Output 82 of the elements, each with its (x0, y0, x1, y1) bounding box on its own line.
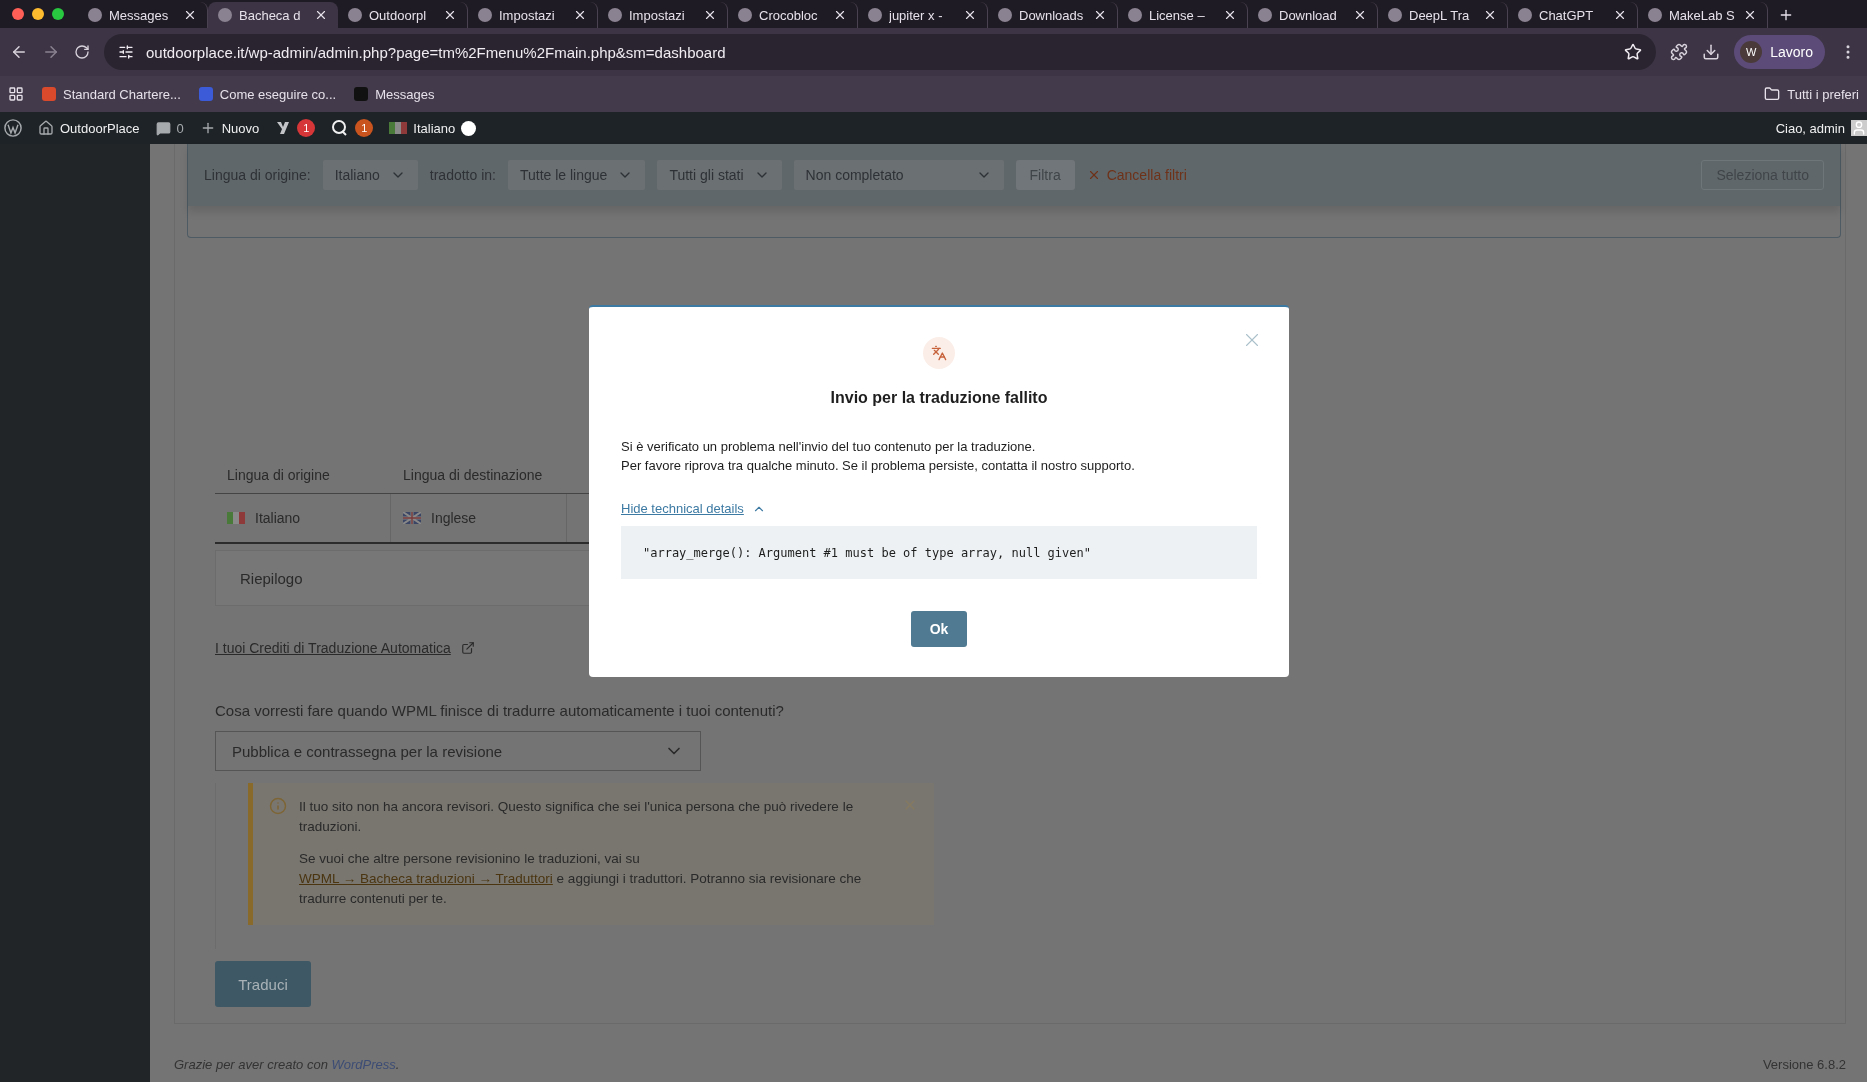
dialog-message: Per favore riprova tra qualche minuto. Se il problema persiste, contatta il nostro supporto. (621, 457, 1136, 475)
site-favicon-icon (478, 8, 492, 22)
column-header: Lingua di origine (226, 466, 331, 483)
site-favicon-icon (1388, 8, 1402, 22)
site-favicon-icon (998, 8, 1012, 22)
site-favicon-icon (1258, 8, 1272, 22)
close-icon[interactable] (703, 8, 717, 22)
notice-text: Il tuo sito non ha ancora revisori. Questo significa che sei l'unica persona che può rivedere le traduzioni. (299, 798, 855, 836)
site-name-link[interactable]: OutdoorPlace (38, 120, 140, 136)
info-icon (269, 797, 287, 815)
apps-icon[interactable] (8, 86, 24, 102)
close-icon[interactable] (1743, 8, 1757, 22)
bookmark-star-icon[interactable] (1624, 43, 1643, 61)
notice-text: Se vuoi che altre persone revisionino le traduzioni, vai su WPML → Bacheca traduzioni → Traduttori e aggiungi i traduttori. Potranno sia revisionare che tradurre contenuti per te. (299, 850, 863, 908)
bookmark-favicon-icon (354, 87, 369, 101)
site-favicon-icon (88, 8, 102, 22)
account-menu[interactable]: Ciao, admin (1775, 120, 1867, 136)
bookmark[interactable]: Standard Chartere... (42, 86, 181, 102)
site-favicon-icon (1518, 8, 1532, 22)
download-icon[interactable] (1702, 43, 1721, 61)
seo-menu[interactable]: 1 (275, 119, 316, 137)
dialog-title: Invio per la traduzione fallito (830, 389, 1048, 407)
site-favicon-icon (1128, 8, 1142, 22)
bookmark-favicon-icon (198, 87, 213, 101)
new-tab-icon[interactable] (1778, 7, 1794, 23)
error-details: "array_merge(): Argument #1 must be of type array, null given" (621, 526, 1257, 579)
bookmark[interactable]: Messages (354, 86, 435, 102)
wordpress-logo-icon[interactable] (4, 119, 22, 137)
user-avatar-icon (1851, 120, 1867, 136)
y-logo-icon (275, 120, 292, 136)
folder-icon (1764, 86, 1781, 102)
bookmark[interactable]: Come eseguire co... (198, 86, 337, 102)
bookmark-favicon-icon (42, 87, 56, 101)
question-text: Cosa vorresti fare quando WPML finisce di tradurre automaticamente i tuoi contenuti? (215, 702, 785, 719)
close-icon[interactable] (1223, 8, 1237, 22)
close-icon[interactable] (1483, 8, 1497, 22)
address-bar[interactable]: outdoorplace.it/wp-admin/admin.php?page=tm%2Fmenu%2Fmain.php&sm=dashboard (104, 34, 1657, 70)
italian-flag-icon (389, 122, 408, 134)
language-switcher[interactable]: Italiano (389, 120, 477, 136)
site-favicon-icon (1648, 8, 1662, 22)
technical-details-toggle[interactable]: Hide technical details (621, 501, 766, 516)
bookmarks-folder[interactable]: Tutti i preferi (1764, 86, 1859, 102)
ok-button[interactable]: Ok (911, 611, 967, 647)
updates-menu[interactable]: 1 (331, 119, 374, 137)
back-icon[interactable] (10, 43, 28, 61)
language-name: Italiano (255, 510, 301, 526)
close-icon[interactable] (573, 8, 587, 22)
comment-icon (155, 120, 171, 136)
footer-text: Grazie per aver creato con WordPress. (174, 1057, 400, 1072)
reload-icon[interactable] (74, 44, 90, 60)
site-favicon-icon (868, 8, 882, 22)
extensions-icon[interactable] (1670, 43, 1689, 61)
close-icon[interactable] (183, 8, 197, 22)
forward-icon[interactable] (42, 43, 60, 61)
close-icon[interactable] (314, 8, 328, 22)
close-icon[interactable] (443, 8, 457, 22)
translate-icon (923, 337, 955, 369)
site-favicon-icon (348, 8, 362, 22)
close-icon[interactable] (1613, 8, 1627, 22)
uk-flag-icon (403, 512, 421, 524)
dialog-message: Si è verificato un problema nell'invio del tuo contenuto per la traduzione. (621, 438, 1037, 456)
close-icon[interactable] (963, 8, 977, 22)
site-favicon-icon (608, 8, 622, 22)
close-icon[interactable] (1353, 8, 1367, 22)
close-icon[interactable] (1093, 8, 1107, 22)
italian-flag-icon (227, 512, 245, 524)
site-favicon-icon (218, 8, 232, 22)
close-icon[interactable] (833, 8, 847, 22)
home-icon (38, 120, 54, 136)
translate-button[interactable]: Traduci (215, 961, 311, 1007)
column-header: Lingua di destinazione (402, 466, 544, 483)
site-settings-icon[interactable] (118, 44, 134, 60)
version-text: Versione 6.8.2 (1762, 1057, 1846, 1072)
site-favicon-icon (738, 8, 752, 22)
comments-link[interactable]: 0 (155, 120, 184, 136)
browser-tab[interactable]: Bacheca d (208, 2, 338, 28)
external-link-icon (460, 641, 475, 655)
profile-button[interactable]: W Lavoro (1734, 35, 1825, 69)
new-content-link[interactable]: Nuovo (199, 120, 260, 136)
profile-avatar: W (1740, 41, 1763, 63)
language-name: Inglese (431, 510, 477, 526)
window-controls-icon[interactable] (12, 8, 64, 20)
